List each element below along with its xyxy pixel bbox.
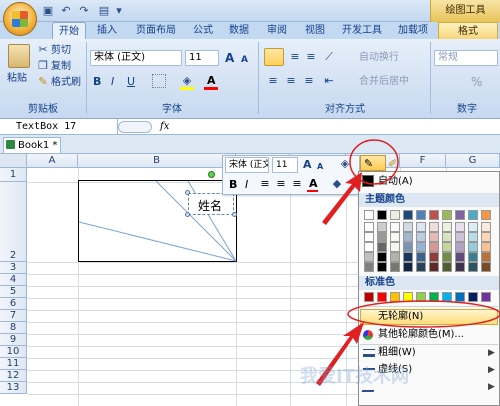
office-logo-icon <box>12 11 28 27</box>
watermark: 我爱IT技术网 <box>300 366 409 387</box>
annotation-layer <box>316 139 500 386</box>
office-button[interactable] <box>3 2 37 36</box>
